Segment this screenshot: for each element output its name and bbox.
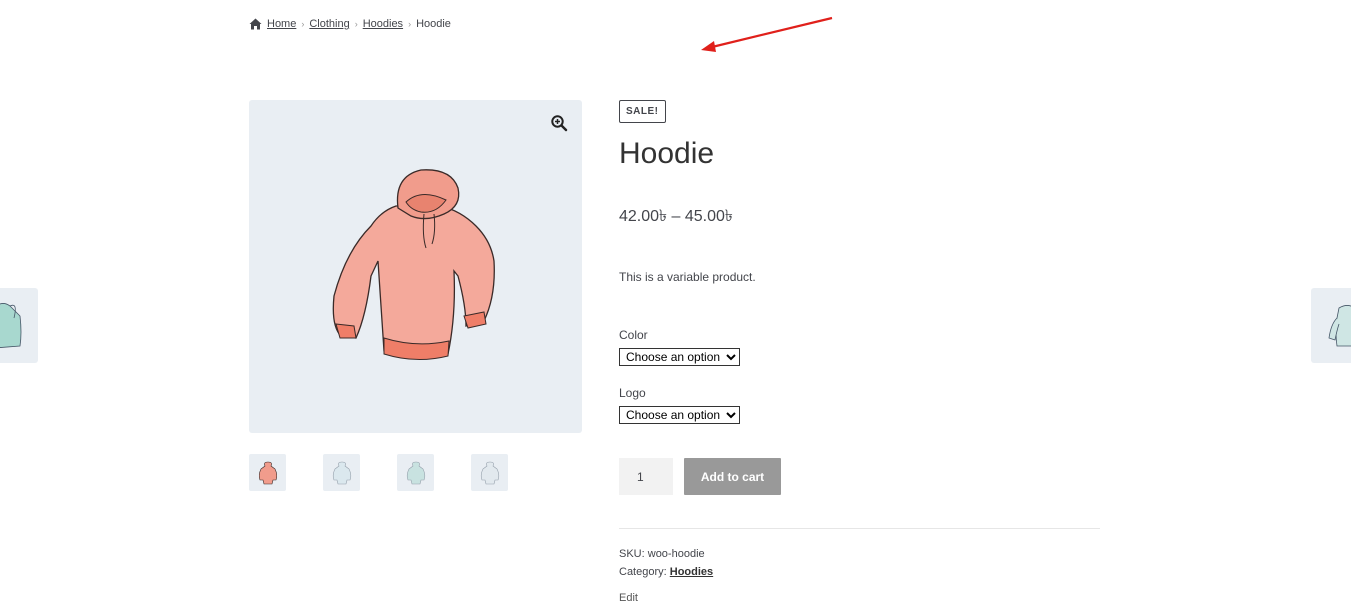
divider	[619, 528, 1100, 529]
add-to-cart-button[interactable]: Add to cart	[684, 458, 781, 495]
product-title: Hoodie	[619, 137, 715, 170]
product-summary: SALE! Hoodie 42.00৳ – 45.00৳ This is a v…	[619, 100, 1100, 604]
category-label: Category:	[619, 566, 667, 578]
product-meta: SKU: woo-hoodie Category: Hoodies	[619, 545, 1100, 581]
product-description: This is a variable product.	[619, 270, 756, 284]
breadcrumb-clothing-link[interactable]: Clothing	[309, 18, 349, 30]
hoodie-image	[332, 169, 495, 361]
previous-product-preview[interactable]	[0, 288, 38, 363]
breadcrumb-hoodies-link[interactable]: Hoodies	[363, 18, 403, 30]
sale-badge: SALE!	[619, 100, 666, 123]
price-separator: –	[671, 208, 681, 225]
logo-select[interactable]: Choose an option	[619, 406, 740, 424]
price-to: 45.00৳	[684, 208, 733, 225]
breadcrumb-separator: ›	[408, 19, 412, 29]
category-link[interactable]: Hoodies	[670, 566, 713, 578]
thumbnail-hoodie-blue[interactable]	[323, 454, 360, 491]
home-icon[interactable]	[249, 18, 262, 30]
breadcrumb-current: Hoodie	[416, 18, 451, 30]
price-from: 42.00৳	[619, 208, 668, 225]
sku-label: SKU:	[619, 548, 645, 560]
sku-row: SKU: woo-hoodie	[619, 545, 1100, 563]
sku-value: woo-hoodie	[647, 548, 705, 560]
gallery-thumbnails	[249, 454, 508, 491]
logo-label: Logo	[619, 386, 646, 400]
breadcrumb-separator: ›	[354, 19, 358, 29]
magnifier-zoom-icon[interactable]	[550, 114, 568, 132]
thumbnail-hoodie-pink[interactable]	[249, 454, 286, 491]
product-main-image[interactable]	[249, 100, 582, 433]
breadcrumb-home-link[interactable]: Home	[267, 18, 296, 30]
hoodie-thumbnail-icon	[332, 461, 351, 484]
thumbnail-hoodie-grey[interactable]	[471, 454, 508, 491]
add-to-cart-row: 1 Add to cart	[619, 458, 1100, 495]
hoodie-thumbnail-icon	[406, 461, 425, 484]
quantity-input[interactable]: 1	[619, 458, 673, 495]
hoodie-thumbnail-icon	[480, 461, 499, 484]
breadcrumb: Home › Clothing › Hoodies › Hoodie	[249, 18, 451, 30]
color-label: Color	[619, 328, 648, 342]
next-product-preview[interactable]	[1311, 288, 1351, 363]
color-select[interactable]: Choose an option	[619, 348, 740, 366]
thumbnail-hoodie-green[interactable]	[397, 454, 434, 491]
breadcrumb-separator: ›	[301, 19, 305, 29]
hoodie-thumbnail-icon	[1328, 305, 1351, 347]
hoodie-thumbnail-icon	[258, 461, 277, 484]
category-row: Category: Hoodies	[619, 563, 1100, 581]
product-price: 42.00৳ – 45.00৳	[619, 203, 1100, 230]
hoodie-thumbnail-icon	[0, 303, 22, 348]
edit-link[interactable]: Edit	[619, 592, 1100, 604]
